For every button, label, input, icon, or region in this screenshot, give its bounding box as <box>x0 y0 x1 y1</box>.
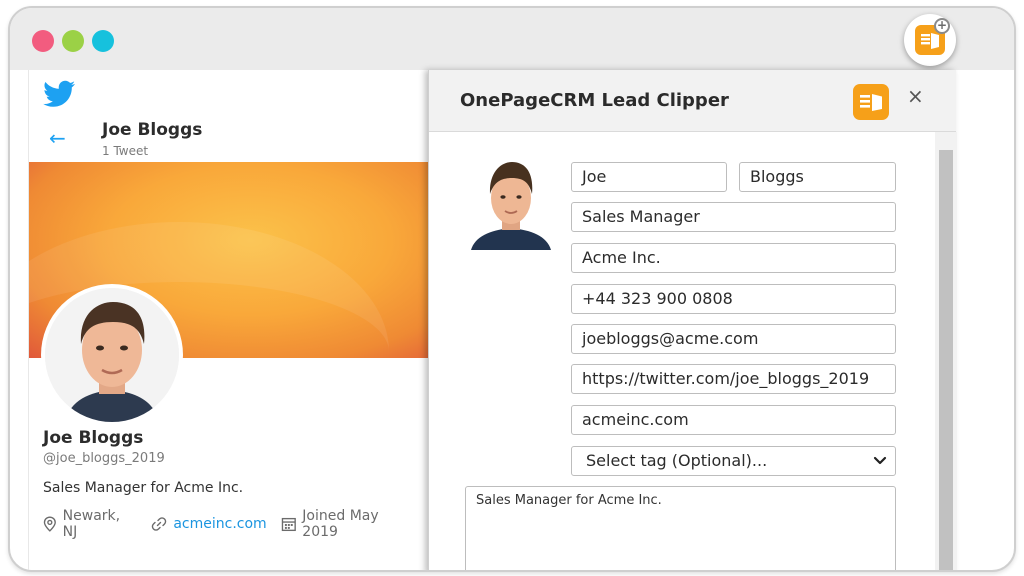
tag-select-value: Select tag (Optional)... <box>586 451 768 470</box>
browser-titlebar <box>10 8 1014 70</box>
profile-website[interactable]: acmeinc.com <box>151 516 267 532</box>
minimize-window-dot[interactable] <box>62 30 84 52</box>
profile-meta: Newark, NJ acmeinc.com Joined May 2019 <box>43 508 430 540</box>
job-title-input[interactable]: Sales Manager <box>571 202 896 232</box>
lead-clipper-title: OnePageCRM Lead Clipper <box>460 90 729 111</box>
calendar-icon <box>281 517 296 532</box>
tag-select[interactable]: Select tag (Optional)... <box>571 446 896 476</box>
location-pin-icon <box>43 516 56 532</box>
panel-scrollbar-thumb[interactable] <box>939 150 953 570</box>
profile-handle: @joe_bloggs_2019 <box>43 451 165 466</box>
profile-display-name: Joe Bloggs <box>43 428 144 448</box>
website-input[interactable]: acmeinc.com <box>571 405 896 435</box>
lead-photo <box>469 158 553 250</box>
back-arrow-icon[interactable]: ← <box>49 126 66 150</box>
company-input[interactable]: Acme Inc. <box>571 243 896 273</box>
twitter-bird-icon[interactable] <box>43 80 75 108</box>
twitter-url-input[interactable]: https://twitter.com/joe_bloggs_2019 <box>571 364 896 394</box>
website-link[interactable]: acmeinc.com <box>173 516 266 532</box>
link-icon <box>152 517 167 531</box>
joined-text: Joined May 2019 <box>302 508 379 540</box>
close-icon[interactable]: × <box>907 84 924 108</box>
profile-location: Newark, NJ <box>43 508 137 540</box>
onepagecrm-extension-button[interactable]: + <box>904 14 956 66</box>
phone-input[interactable]: +44 323 900 0808 <box>571 284 896 314</box>
twitter-profile: ← Joe Bloggs 1 Tweet Joe Bloggs @joe_blo… <box>28 70 431 570</box>
plus-icon: + <box>934 18 950 34</box>
close-window-dot[interactable] <box>32 30 54 52</box>
maximize-window-dot[interactable] <box>92 30 114 52</box>
onepagecrm-logo-icon <box>853 84 889 120</box>
location-text: Newark, NJ <box>62 508 121 540</box>
first-name-input[interactable]: Joe <box>571 162 727 192</box>
lead-clipper-header: OnePageCRM Lead Clipper × <box>429 70 956 132</box>
browser-window: + ← Joe Bloggs 1 Tweet Joe Bloggs @joe_b… <box>8 6 1016 572</box>
email-input[interactable]: joebloggs@acme.com <box>571 324 896 354</box>
profile-header-name: Joe Bloggs <box>102 120 203 140</box>
notes-textarea[interactable]: Sales Manager for Acme Inc. <box>465 486 896 570</box>
last-name-input[interactable]: Bloggs <box>739 162 896 192</box>
profile-joined: Joined May 2019 <box>281 508 416 540</box>
tweet-count: 1 Tweet <box>102 144 149 158</box>
profile-bio: Sales Manager for Acme Inc. <box>43 480 244 496</box>
chevron-down-icon <box>873 456 887 465</box>
profile-avatar[interactable] <box>41 284 183 426</box>
lead-clipper-panel: OnePageCRM Lead Clipper × Joe Bloggs Sal… <box>428 70 957 570</box>
avatar-photo <box>45 288 179 422</box>
